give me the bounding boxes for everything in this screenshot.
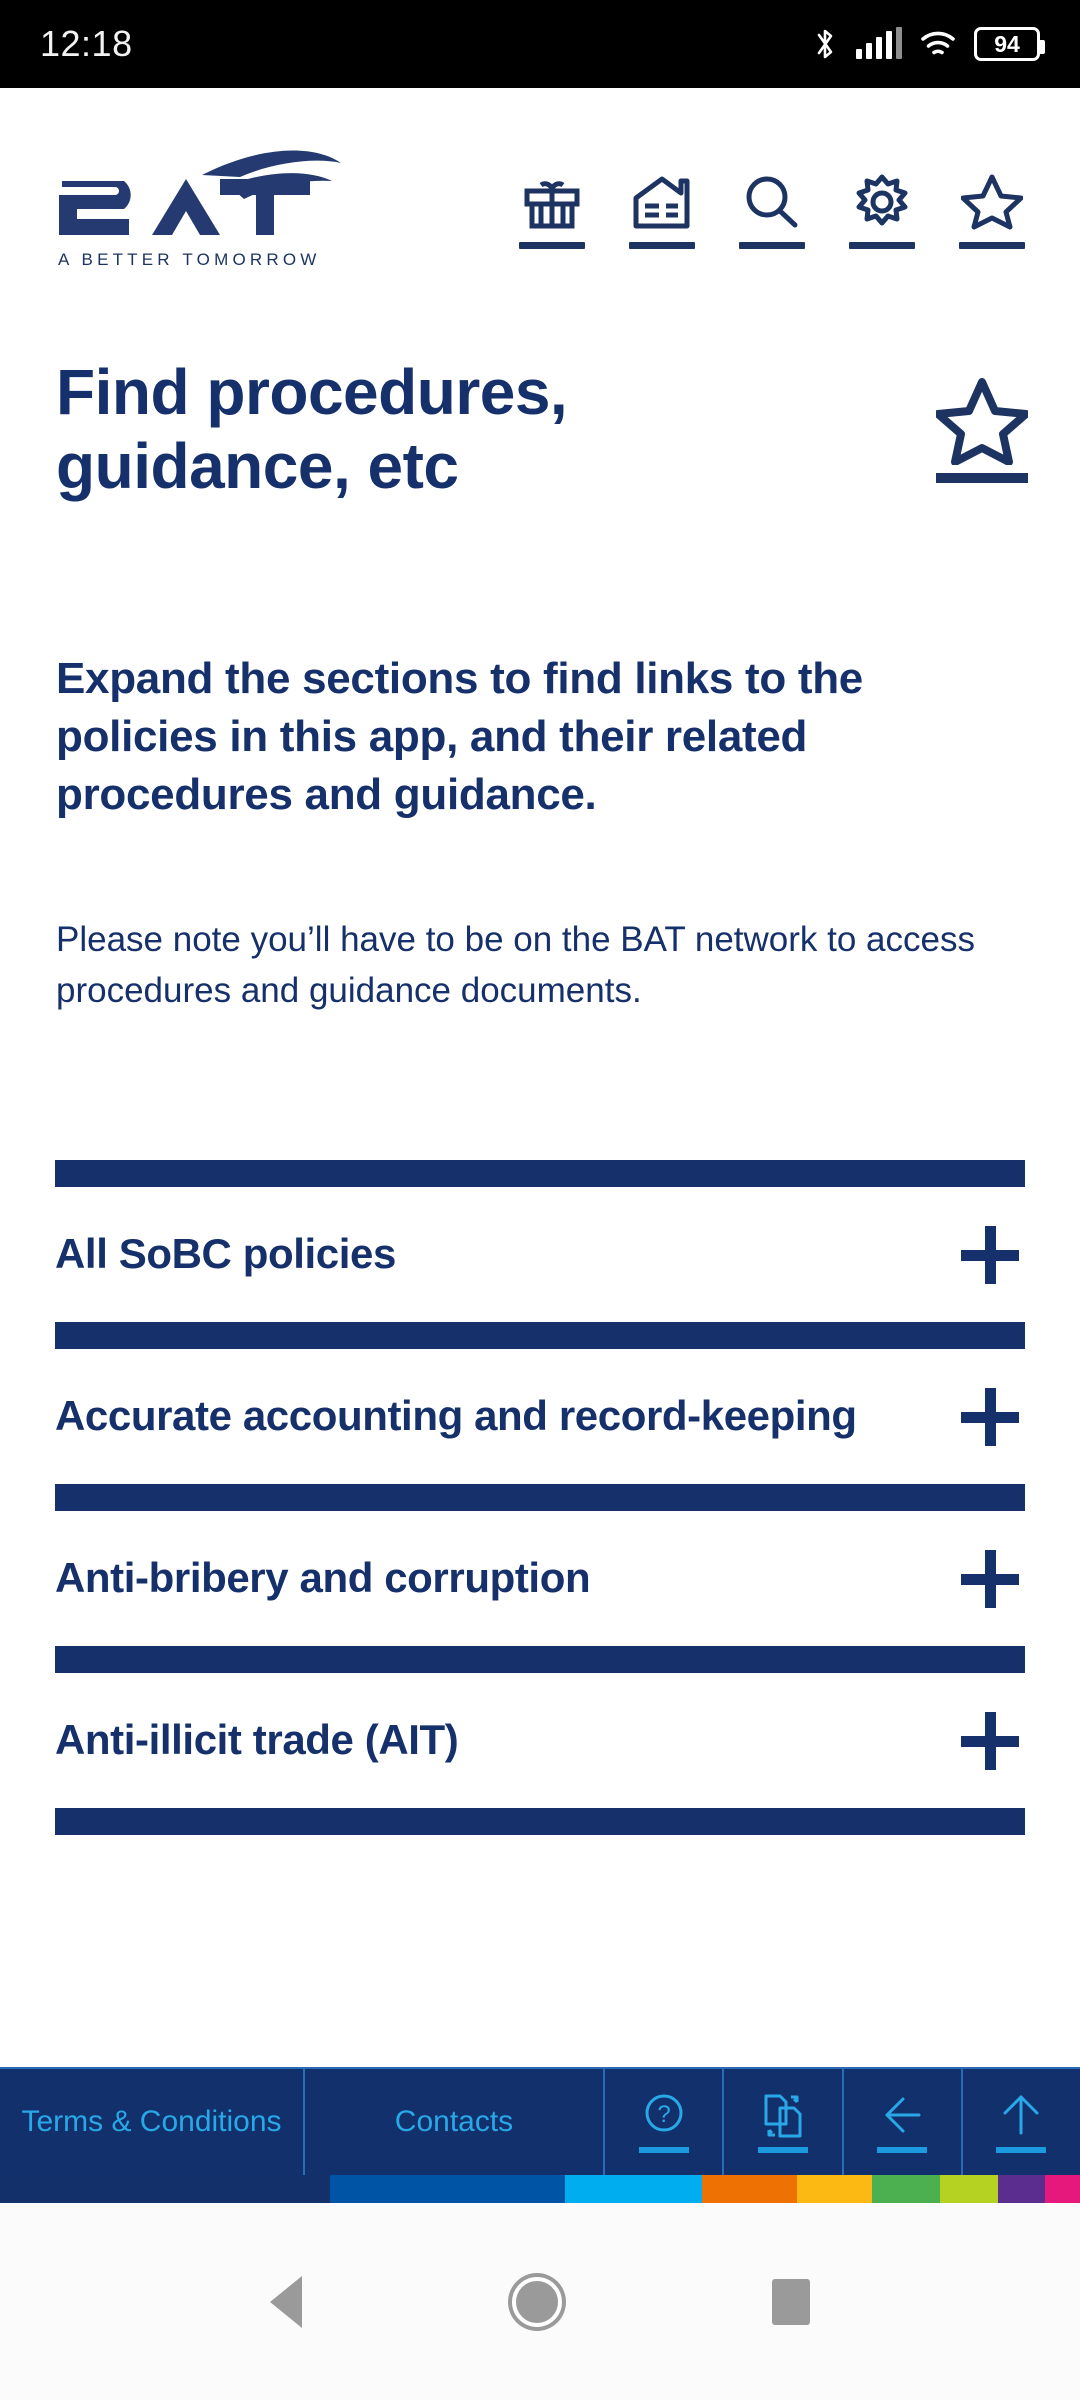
plus-icon[interactable] <box>961 1549 1019 1608</box>
phone-screen: 12:18 94 A BETTER TOMORROW Find procedur… <box>0 0 1080 2400</box>
cellular-signal-icon <box>856 27 902 59</box>
bat-logo-mark <box>59 150 341 235</box>
stripe-segment-8 <box>1045 2175 1080 2203</box>
header-icon-bar <box>516 173 1028 249</box>
accordion-divider <box>55 1160 1025 1187</box>
nav-back-icon[interactable] <box>270 2275 302 2328</box>
home-icon-button[interactable] <box>626 173 698 249</box>
stripe-segment-5 <box>872 2175 940 2203</box>
settings-gear-icon <box>856 174 908 225</box>
accordion-item-label: Anti-bribery and corruption <box>55 1554 591 1602</box>
favourites-star-icon-button[interactable] <box>956 173 1028 249</box>
intro-heading: Expand the sections to find links to the… <box>56 654 863 820</box>
accordion-item-accurate-accounting[interactable]: Accurate accounting and record-keeping <box>55 1349 1025 1484</box>
accordion-item-label: Accurate accounting and record-keeping <box>55 1392 857 1440</box>
search-icon-underline <box>739 241 805 249</box>
scroll-to-top-icon-underline <box>996 2147 1047 2153</box>
gift-icon-button[interactable] <box>516 173 588 249</box>
stripe-segment-3 <box>702 2175 797 2203</box>
search-icon-button[interactable] <box>736 173 808 249</box>
status-bar: 12:18 94 <box>0 0 1080 88</box>
wifi-icon <box>921 31 955 55</box>
back-button[interactable] <box>844 2069 963 2175</box>
plus-icon[interactable] <box>961 1225 1019 1284</box>
back-arrow-icon <box>885 2097 921 2133</box>
bat-logo-tagline: A BETTER TOMORROW <box>58 249 321 269</box>
compare-documents-icon <box>764 2094 802 2138</box>
page-title-row: Find procedures, guidance, etc <box>0 355 1080 503</box>
favourites-star-icon-underline <box>959 241 1025 249</box>
gift-icon <box>524 180 580 228</box>
bottom-navigation-bar: Terms & Conditions Contacts ? <box>0 2067 1080 2175</box>
accordion-item-anti-bribery[interactable]: Anti-bribery and corruption <box>55 1511 1025 1646</box>
bluetooth-icon <box>817 29 833 59</box>
nav-home-icon[interactable] <box>512 2276 562 2327</box>
contacts-link[interactable]: Contacts <box>305 2069 605 2175</box>
star-icon-underline <box>936 473 1028 483</box>
battery-level: 94 <box>994 30 1020 57</box>
stripe-segment-6 <box>940 2175 998 2203</box>
stripe-segment-2 <box>565 2175 702 2203</box>
accordion-item-label: Anti-illicit trade (AIT) <box>55 1716 459 1764</box>
brand-color-stripe <box>0 2175 1080 2203</box>
search-icon <box>746 176 798 227</box>
help-button[interactable]: ? <box>605 2069 725 2175</box>
compare-documents-button[interactable] <box>724 2069 844 2175</box>
help-icon: ? <box>645 2094 683 2132</box>
policy-accordion: All SoBC policies Accurate accounting an… <box>0 1160 1080 1835</box>
help-icon-underline <box>638 2147 689 2153</box>
scroll-to-top-button[interactable] <box>963 2069 1080 2175</box>
back-arrow-icon-underline <box>877 2147 928 2153</box>
battery-icon: 94 <box>974 27 1045 61</box>
network-note: Please note you’ll have to be on the BAT… <box>56 920 975 1010</box>
stripe-segment-0 <box>0 2175 330 2203</box>
terms-and-conditions-link[interactable]: Terms & Conditions <box>0 2069 305 2175</box>
accordion-item-all-sobc-policies[interactable]: All SoBC policies <box>55 1187 1025 1322</box>
settings-gear-icon-button[interactable] <box>846 173 918 249</box>
page-bookmark-button[interactable] <box>936 355 1028 483</box>
svg-text:?: ? <box>657 2101 670 2128</box>
scroll-to-top-icon <box>1003 2095 1039 2135</box>
gift-icon-underline <box>519 241 585 249</box>
settings-gear-icon-underline <box>849 241 915 249</box>
nav-recents-icon[interactable] <box>772 2278 810 2325</box>
accordion-item-label: All SoBC policies <box>55 1230 396 1278</box>
stripe-segment-1 <box>330 2175 565 2203</box>
stripe-segment-4 <box>797 2175 872 2203</box>
accordion-divider <box>55 1484 1025 1511</box>
android-navigation-bar <box>0 2203 1080 2400</box>
accordion-divider <box>55 1646 1025 1673</box>
app-header: A BETTER TOMORROW <box>0 88 1080 333</box>
bat-logo[interactable]: A BETTER TOMORROW <box>52 141 342 281</box>
accordion-divider <box>55 1322 1025 1349</box>
accordion-divider <box>55 1808 1025 1835</box>
status-icon-group: 94 <box>812 27 1045 61</box>
plus-icon[interactable] <box>961 1387 1019 1446</box>
accordion-item-anti-illicit-trade[interactable]: Anti-illicit trade (AIT) <box>55 1673 1025 1808</box>
compare-documents-icon-underline <box>757 2147 808 2153</box>
status-time: 12:18 <box>40 23 133 64</box>
plus-icon[interactable] <box>961 1711 1019 1770</box>
stripe-segment-7 <box>998 2175 1045 2203</box>
star-icon <box>936 378 1028 465</box>
home-icon <box>633 176 690 228</box>
favourites-star-icon <box>961 174 1023 229</box>
home-icon-underline <box>629 241 695 249</box>
page-title: Find procedures, guidance, etc <box>56 356 568 503</box>
